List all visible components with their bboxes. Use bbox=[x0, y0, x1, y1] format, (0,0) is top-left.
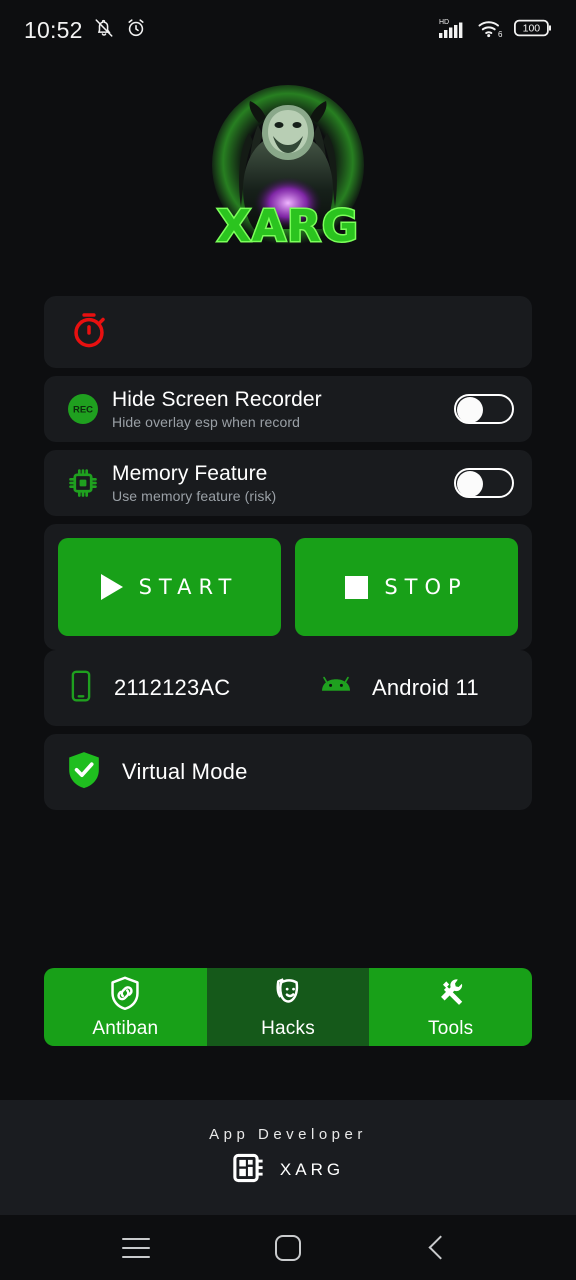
nav-tab-antiban[interactable]: Antiban bbox=[44, 968, 207, 1046]
bottom-navigation: Antiban Hacks Tools bbox=[44, 968, 532, 1046]
mute-icon bbox=[93, 17, 115, 44]
system-navigation-bar bbox=[0, 1215, 576, 1280]
stopwatch-icon bbox=[68, 309, 110, 356]
layout-spacer bbox=[0, 810, 576, 968]
menu-icon bbox=[122, 1237, 150, 1258]
tools-icon bbox=[434, 975, 468, 1016]
masks-icon bbox=[271, 975, 305, 1016]
nav-tab-label: Antiban bbox=[92, 1017, 159, 1039]
setting-row-memory-feature[interactable]: Memory Feature Use memory feature (risk) bbox=[44, 450, 532, 516]
device-model: 2112123AC bbox=[114, 675, 231, 700]
xarg-predator-logo: XARG bbox=[203, 81, 373, 256]
developer-footer: App Developer XARG bbox=[0, 1100, 576, 1215]
recents-button[interactable] bbox=[106, 1218, 166, 1278]
shield-link-icon bbox=[108, 975, 142, 1016]
nav-tab-tools[interactable]: Tools bbox=[369, 968, 532, 1046]
status-bar: 10:52 HD 6 100 bbox=[0, 0, 576, 60]
wifi-icon: 6 bbox=[477, 16, 505, 45]
smartphone-icon bbox=[66, 669, 96, 708]
stop-button-label: STOP bbox=[384, 575, 468, 599]
device-os-group: Android 11 bbox=[318, 673, 479, 704]
rec-icon-label: REC bbox=[73, 405, 93, 416]
back-icon bbox=[427, 1235, 453, 1260]
virtual-mode-card[interactable]: Virtual Mode bbox=[44, 734, 532, 810]
app-logo: XARG bbox=[0, 60, 576, 270]
signal-bars-icon: HD bbox=[438, 16, 468, 45]
home-icon bbox=[275, 1234, 301, 1261]
status-time: 10:52 bbox=[24, 16, 83, 43]
setting-title: Memory Feature bbox=[112, 461, 268, 485]
battery-icon: 100 bbox=[513, 17, 554, 44]
setting-title: Hide Screen Recorder bbox=[112, 387, 322, 411]
setting-text-group: Memory Feature Use memory feature (risk) bbox=[112, 462, 454, 504]
logo-brand-text: XARG bbox=[217, 201, 359, 252]
start-button-label: START bbox=[138, 575, 239, 599]
nav-tab-label: Hacks bbox=[261, 1017, 315, 1039]
setting-subtitle: Hide overlay esp when record bbox=[112, 414, 301, 431]
back-button[interactable] bbox=[410, 1218, 470, 1278]
nav-tab-hacks[interactable]: Hacks bbox=[206, 968, 370, 1046]
virtual-mode-label: Virtual Mode bbox=[122, 759, 248, 784]
android-icon bbox=[318, 673, 354, 704]
shield-check-icon bbox=[66, 750, 102, 795]
setting-text-group: Hide Screen Recorder Hide overlay esp wh… bbox=[112, 388, 454, 430]
device-model-group: 2112123AC bbox=[66, 669, 318, 708]
battery-percent-label: 100 bbox=[523, 22, 541, 34]
memory-feature-toggle[interactable] bbox=[454, 468, 514, 498]
start-button[interactable]: START bbox=[58, 538, 281, 636]
hd-label: HD bbox=[439, 19, 449, 26]
setting-subtitle: Use memory feature (risk) bbox=[112, 488, 277, 505]
hide-screen-recorder-toggle[interactable] bbox=[454, 394, 514, 424]
status-bar-right: HD 6 100 bbox=[438, 16, 554, 45]
setting-row-hide-screen-recorder[interactable]: REC Hide Screen Recorder Hide overlay es… bbox=[44, 376, 532, 442]
home-button[interactable] bbox=[258, 1218, 318, 1278]
nav-tab-label: Tools bbox=[428, 1017, 474, 1039]
stop-button[interactable]: STOP bbox=[295, 538, 518, 636]
timer-card[interactable] bbox=[44, 296, 532, 368]
device-os-version: Android 11 bbox=[372, 675, 479, 700]
developer-credit-row: XARG bbox=[232, 1151, 344, 1190]
toggle-knob bbox=[457, 397, 483, 423]
action-buttons-card: START STOP bbox=[44, 524, 532, 650]
stop-icon bbox=[345, 575, 369, 599]
developer-label: App Developer bbox=[209, 1125, 367, 1143]
play-icon bbox=[100, 574, 123, 600]
status-bar-left: 10:52 bbox=[24, 17, 147, 44]
device-info-card: 2112123AC Android 11 bbox=[44, 650, 532, 726]
rec-icon: REC bbox=[66, 392, 112, 426]
cpu-chip-icon bbox=[66, 466, 112, 500]
wifi-gen-label: 6 bbox=[498, 30, 503, 39]
alarm-icon bbox=[125, 17, 147, 44]
app-screen: 10:52 HD 6 100 XARG REC Hide Screen Reco… bbox=[0, 0, 576, 1280]
developer-name: XARG bbox=[279, 1160, 345, 1179]
chip-icon bbox=[232, 1151, 266, 1190]
toggle-knob bbox=[457, 471, 483, 497]
